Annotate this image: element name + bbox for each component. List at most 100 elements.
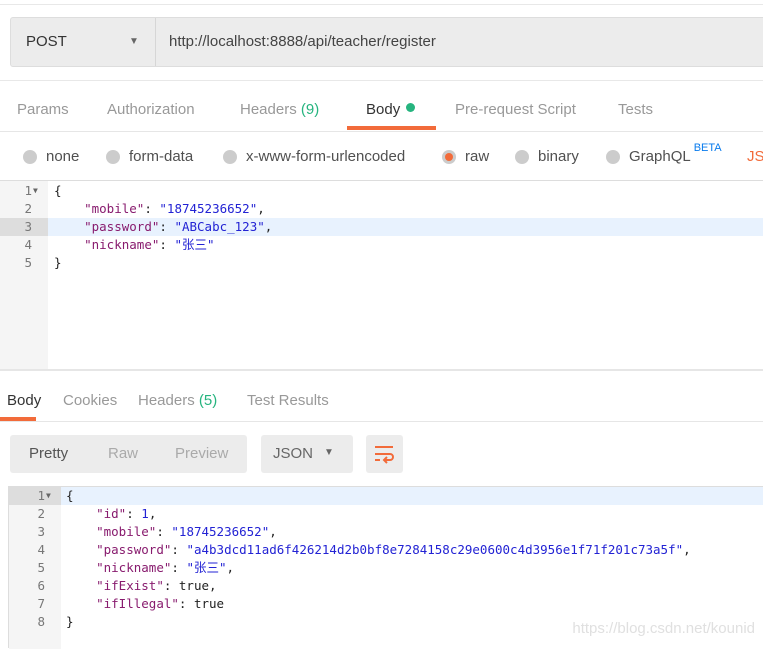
json-punctuation xyxy=(66,596,96,611)
json-punctuation: : true xyxy=(178,596,225,611)
json-punctuation: { xyxy=(54,183,62,198)
chevron-down-icon: ▼ xyxy=(324,447,334,458)
raw-button[interactable]: Raw xyxy=(108,445,138,462)
json-key: "password" xyxy=(96,542,172,557)
code-line: { xyxy=(66,487,74,505)
tab-body[interactable]: Body xyxy=(366,101,416,118)
response-tab-body[interactable]: Body xyxy=(7,392,41,409)
json-punctuation: : xyxy=(156,524,172,539)
code-line: "mobile": "18745236652", xyxy=(66,523,277,541)
modified-dot-icon xyxy=(406,103,416,112)
radio-selected-icon xyxy=(442,149,456,164)
radio-x-www-form-urlencoded[interactable]: x-www-form-urlencoded xyxy=(223,148,405,165)
json-string: "18745236652" xyxy=(159,201,258,216)
method-select[interactable]: POST ▼ xyxy=(11,18,156,66)
code-line: "password": "a4b3dcd11ad6f426214d2b0bf8e… xyxy=(66,541,691,559)
line-number: 5 xyxy=(24,255,32,270)
line-number: 8 xyxy=(37,614,45,629)
json-key: "password" xyxy=(84,219,160,234)
json-key: "mobile" xyxy=(96,524,157,539)
json-punctuation: : xyxy=(159,219,175,234)
json-number: 1 xyxy=(141,506,149,521)
response-tab-test-results[interactable]: Test Results xyxy=(247,392,329,409)
json-punctuation xyxy=(54,237,84,252)
preview-button[interactable]: Preview xyxy=(175,445,228,462)
pretty-button[interactable]: Pretty xyxy=(29,445,68,462)
json-punctuation: , xyxy=(269,524,277,539)
line-number: 2 xyxy=(37,506,45,521)
json-string: "a4b3dcd11ad6f426214d2b0bf8e7284158c29e0… xyxy=(186,542,684,557)
radio-icon xyxy=(223,149,237,164)
json-key: "ifExist" xyxy=(96,578,164,593)
code-line: "nickname": "张三" xyxy=(54,236,215,254)
tab-headers[interactable]: Headers (9) xyxy=(240,101,319,118)
headers-count: (9) xyxy=(300,101,320,118)
tab-params[interactable]: Params xyxy=(17,101,69,118)
radio-none[interactable]: none xyxy=(23,148,79,165)
line-number: 7 xyxy=(37,596,45,611)
json-punctuation: , xyxy=(257,201,265,216)
radio-form-data[interactable]: form-data xyxy=(106,148,193,165)
radio-label: form-data xyxy=(129,148,194,165)
format-select[interactable]: JSON ▼ xyxy=(261,435,353,473)
active-tab-indicator xyxy=(347,126,436,130)
code-line: "mobile": "18745236652", xyxy=(54,200,265,218)
json-key: "nickname" xyxy=(96,560,172,575)
response-tab-headers[interactable]: Headers (5) xyxy=(138,392,217,409)
json-punctuation: : xyxy=(126,506,142,521)
json-punctuation: , xyxy=(148,506,157,521)
active-line-highlight xyxy=(61,487,763,505)
radio-graphql[interactable]: GraphQL BETA xyxy=(606,142,722,165)
radio-label: binary xyxy=(538,148,579,165)
json-key: "id" xyxy=(96,506,127,521)
fold-arrow-icon[interactable]: ▼ xyxy=(33,182,38,200)
json-punctuation xyxy=(66,578,96,593)
format-dropdown-json[interactable]: JS xyxy=(747,148,763,165)
json-key: "mobile" xyxy=(84,201,145,216)
url-input[interactable]: http://localhost:8888/api/teacher/regist… xyxy=(169,33,436,50)
format-label: JSON xyxy=(273,445,314,462)
line-number: 5 xyxy=(37,560,45,575)
line-number: 4 xyxy=(37,542,45,557)
json-string: "张三" xyxy=(174,237,215,252)
radio-icon xyxy=(606,149,620,164)
radio-icon xyxy=(23,149,37,164)
json-punctuation xyxy=(66,542,96,557)
tab-tests[interactable]: Tests xyxy=(618,101,653,118)
line-number: 1 xyxy=(37,488,45,503)
radio-label: GraphQL xyxy=(629,148,691,165)
watermark: https://blog.csdn.net/kounid xyxy=(572,620,755,637)
line-number: 1 xyxy=(24,183,32,198)
divider xyxy=(0,131,763,132)
json-punctuation: } xyxy=(54,255,62,270)
radio-binary[interactable]: binary xyxy=(515,148,579,165)
response-tab-cookies[interactable]: Cookies xyxy=(63,392,117,409)
radio-raw[interactable]: raw xyxy=(442,148,489,165)
wrap-lines-button[interactable] xyxy=(366,435,403,473)
radio-label: none xyxy=(46,148,80,165)
code-line: "password": "ABCabc_123", xyxy=(54,218,272,236)
json-punctuation: : xyxy=(159,237,175,252)
json-punctuation xyxy=(66,560,96,575)
tab-label: Body xyxy=(366,101,401,118)
line-number: 6 xyxy=(37,578,45,593)
json-punctuation xyxy=(54,201,84,216)
json-punctuation: : xyxy=(144,201,160,216)
fold-arrow-icon[interactable]: ▼ xyxy=(46,487,51,505)
json-punctuation: { xyxy=(66,488,74,503)
code-line: "nickname": "张三", xyxy=(66,559,234,577)
json-punctuation: : true, xyxy=(163,578,217,593)
json-punctuation: : xyxy=(171,542,187,557)
json-string: "张三" xyxy=(186,560,227,575)
headers-count: (5) xyxy=(198,392,218,409)
json-punctuation: , xyxy=(226,560,235,575)
request-body-editor[interactable]: 1 ▼ {2 "mobile": "18745236652", 3 "password… xyxy=(0,181,763,369)
radio-icon xyxy=(106,149,120,164)
line-number: 3 xyxy=(24,219,32,234)
url-bar: POST ▼ http://localhost:8888/api/teacher/… xyxy=(10,17,763,67)
tab-pre-request-script[interactable]: Pre-request Script xyxy=(455,101,576,118)
method-label: POST xyxy=(26,33,67,50)
tab-authorization[interactable]: Authorization xyxy=(107,101,195,118)
radio-label: raw xyxy=(465,148,490,165)
divider xyxy=(0,4,763,5)
